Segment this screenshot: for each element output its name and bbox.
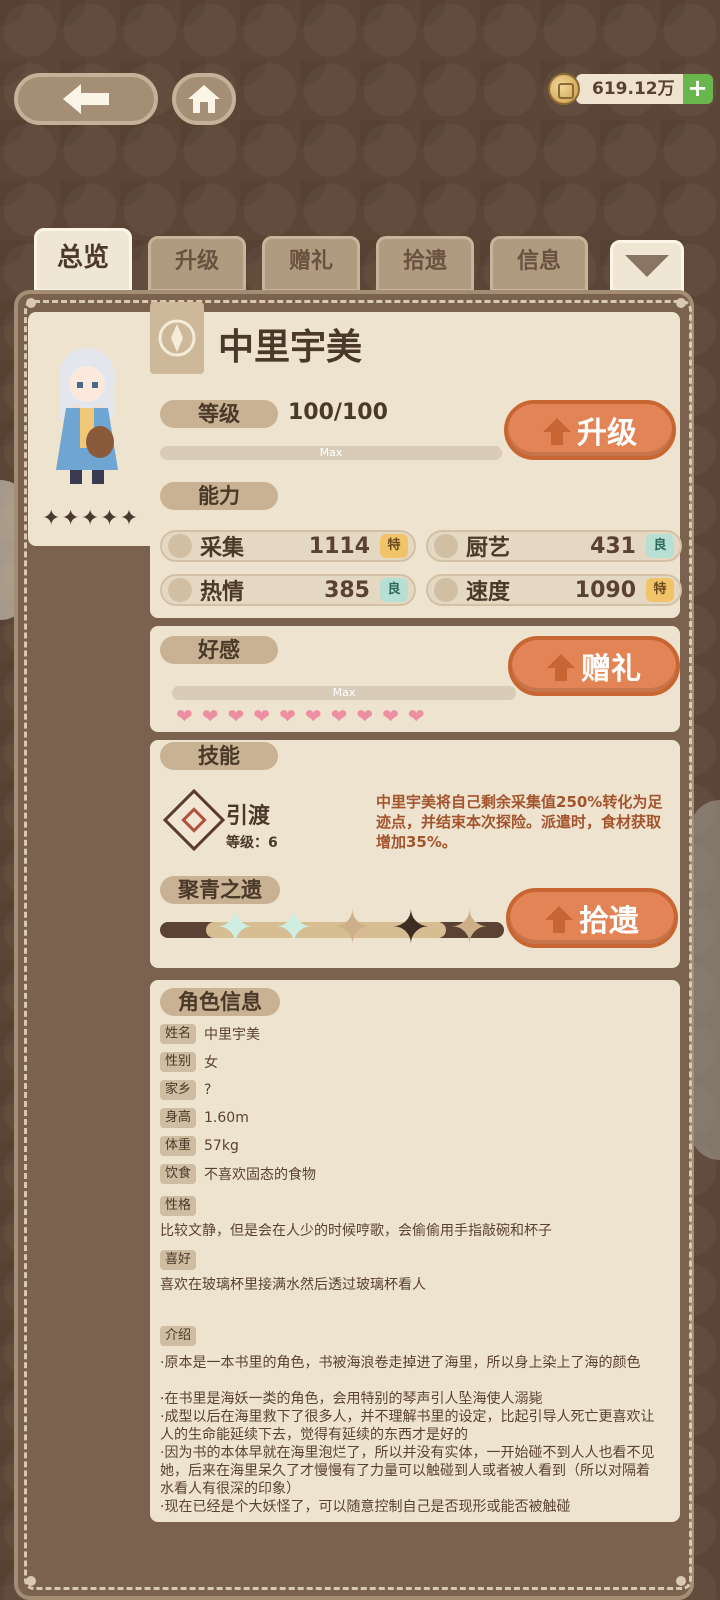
relic-button-label: 拾遗 (579, 904, 639, 939)
skill-level: 等级：6 (226, 835, 278, 851)
profile-row-diet: 饮食 不喜欢固态的食物 (160, 1164, 316, 1184)
heart-icon: ❤ (176, 704, 193, 728)
heart-icon: ❤ (330, 704, 348, 728)
character-sprite (56, 348, 118, 484)
upgrade-button[interactable]: 升级 (504, 400, 676, 460)
relic-stars: ✦ ✦ ✦ ✦ ✦ (216, 904, 489, 950)
intro-line: ·因为书的本体早就在海里泡烂了，所以并没有实体，一开始碰不到人人也看不见她，后来… (160, 1445, 655, 1497)
heart-icon: ❤ (382, 704, 399, 728)
tab-gift[interactable]: 赠礼 (262, 236, 360, 292)
chevron-down-icon (625, 255, 669, 277)
intro-label-row: 介绍 (160, 1326, 204, 1346)
ability-title: 能力 (160, 482, 278, 510)
intro-line: ·原本是一本书里的角色，书被海浪卷走掉进了海里，所以身上染上了海的颜色 (160, 1355, 641, 1371)
intro-line: ·现在已经是个大妖怪了，可以随意控制自己是否现形或能否被触碰 (160, 1499, 571, 1515)
tab-overview[interactable]: 总览 (34, 228, 132, 292)
relic-star-empty-icon: ✦ (450, 900, 489, 954)
relic-star-empty-icon: ✦ (391, 900, 431, 954)
gift-button-label: 赠礼 (581, 652, 641, 687)
grade-badge: 特 (646, 578, 674, 602)
affection-progress-bar: Max (172, 686, 516, 700)
grade-badge: 特 (380, 534, 408, 558)
currency-amount: 619.12万 (576, 74, 683, 104)
hobby-text: 喜欢在玻璃杯里接满水然后透过玻璃杯看人 (160, 1277, 426, 1293)
heart-icon: ❤ (201, 704, 219, 728)
affection-title: 好感 (160, 636, 278, 664)
tab-info[interactable]: 信息 (490, 236, 588, 292)
hobby-label-row: 喜好 (160, 1250, 204, 1270)
heart-icon: ❤ (407, 704, 425, 728)
add-currency-button[interactable]: + (682, 74, 713, 104)
heart-icon: ❤ (253, 704, 271, 728)
back-arrow-icon (63, 84, 109, 114)
profile-row-height: 身高 1.60m (160, 1108, 249, 1128)
grade-badge: 良 (380, 578, 408, 602)
level-label: 等级 (160, 400, 278, 428)
frame-corner-dot (676, 298, 686, 308)
heart-icon: ❤ (279, 704, 296, 728)
tab-relic[interactable]: 拾遗 (376, 236, 474, 292)
relic-button[interactable]: 拾遗 (506, 888, 678, 948)
skill-description: 中里宇美将自己剩余采集值250%转化为足迹点，并结束本次探险。派遣时，食材获取增… (376, 793, 663, 851)
profile-title: 角色信息 (160, 988, 280, 1016)
grade-badge: 良 (646, 534, 674, 558)
affection-hearts: ❤ ❤ ❤ ❤ ❤ ❤ ❤ ❤ ❤ ❤ (176, 704, 434, 728)
profile-row-gender: 性别 女 (160, 1052, 218, 1072)
stat-passion: 热情 385 良 (160, 574, 416, 606)
heart-icon: ❤ (304, 704, 322, 728)
up-arrow-icon (547, 654, 575, 681)
level-value: 100/100 (288, 400, 388, 425)
up-arrow-icon (543, 418, 571, 445)
tab-upgrade[interactable]: 升级 (148, 236, 246, 292)
up-arrow-icon (545, 906, 573, 933)
element-badge (150, 302, 204, 374)
chef-hat-icon (434, 534, 458, 558)
character-name: 中里宇美 (218, 327, 363, 368)
coin-icon (548, 73, 580, 105)
stat-cooking: 厨艺 431 良 (426, 530, 682, 562)
level-progress-bar: Max (160, 446, 502, 460)
back-button[interactable] (14, 73, 158, 125)
intro-line: ·成型以后在海里救下了很多人，并不理解书里的设定，比起引导人死亡更喜欢让人的生命… (160, 1409, 655, 1443)
heart-icon: ❤ (356, 704, 374, 728)
character-star-rating: ✦✦✦✦✦ (42, 506, 140, 531)
skill-name: 引渡 (226, 804, 271, 829)
relic-star-lit-icon: ✦ (216, 900, 255, 954)
stat-speed: 速度 1090 特 (426, 574, 682, 606)
profile-row-weight: 体重 57kg (160, 1136, 239, 1156)
intro-line: ·在书里是海妖一类的角色，会用特别的琴声引人坠海使人溺毙 (160, 1391, 543, 1407)
frame-corner-dot (26, 1576, 36, 1586)
frame-corner-dot (26, 298, 36, 308)
personality-text: 比较文静，但是会在人少的时候哼歌，会偷偷用手指敲碗和杯子 (160, 1223, 552, 1239)
gift-button[interactable]: 赠礼 (508, 636, 680, 696)
element-icon (158, 319, 196, 357)
home-icon (188, 85, 220, 113)
relic-star-empty-icon: ✦ (333, 900, 372, 954)
frame-corner-dot (676, 1576, 686, 1586)
home-button[interactable] (172, 73, 236, 125)
passion-icon (168, 578, 192, 602)
upgrade-button-label: 升级 (577, 416, 637, 451)
speed-icon (434, 578, 458, 602)
tab-dropdown-button[interactable] (610, 240, 684, 292)
profile-row-name: 姓名 中里宇美 (160, 1024, 260, 1044)
profile-row-hometown: 家乡 ? (160, 1080, 211, 1100)
personality-label-row: 性格 (160, 1196, 204, 1216)
stat-gather: 采集 1114 特 (160, 530, 416, 562)
heart-icon: ❤ (227, 704, 245, 728)
relic-star-lit-icon: ✦ (274, 900, 314, 954)
skill-title: 技能 (160, 742, 278, 770)
currency-display: 619.12万 + (548, 71, 713, 107)
right-side-decoration (690, 800, 720, 1160)
gather-icon (168, 534, 192, 558)
